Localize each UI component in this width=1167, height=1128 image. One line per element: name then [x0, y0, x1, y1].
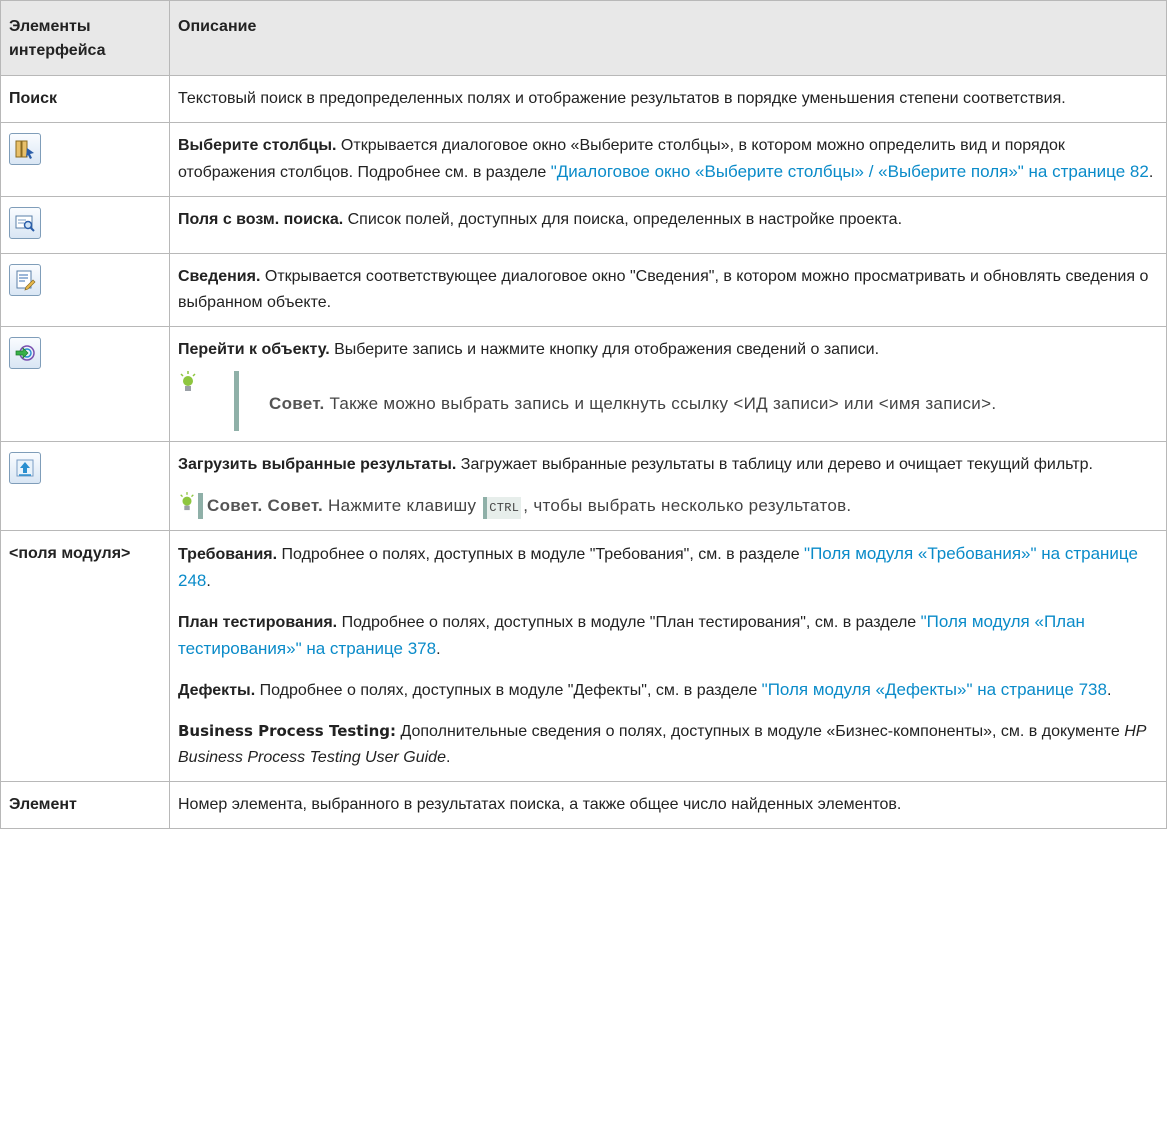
table-row-load-results: Загрузить выбранные результаты. Загружае…	[0, 441, 1167, 531]
table-row-details: Сведения. Открывается соответствующее ди…	[0, 253, 1167, 327]
row-text: Загружает выбранные результаты в таблицу…	[456, 456, 1093, 473]
row-name-element: Элемент	[0, 781, 170, 829]
requirements-paragraph: Требования. Подробнее о полях, доступных…	[178, 541, 1158, 595]
row-title: Дефекты.	[178, 682, 256, 699]
row-icon-cell	[0, 253, 170, 327]
row-title: Перейти к объекту.	[178, 341, 330, 358]
row-desc-details: Сведения. Открывается соответствующее ди…	[169, 253, 1167, 327]
row-text-end: .	[436, 641, 441, 658]
header-description: Описание	[169, 0, 1167, 76]
row-icon-cell	[0, 441, 170, 531]
row-text: Подробнее о полях, доступных в модуле "П…	[337, 614, 921, 631]
go-to-object-icon[interactable]	[9, 337, 41, 369]
tip-quote: Совет. Также можно выбрать запись и щелк…	[234, 371, 1158, 431]
link-defects-fields[interactable]: "Поля модуля «Дефекты»" на странице 738	[762, 680, 1107, 699]
row-title: Business Process Testing:	[178, 722, 397, 740]
row-icon-cell	[0, 326, 170, 442]
table-row-go-to: Перейти к объекту. Выберите запись и наж…	[0, 326, 1167, 442]
row-text: Дополнительные сведения о полях, доступн…	[396, 723, 1125, 740]
row-text-end: .	[206, 573, 211, 590]
details-icon[interactable]	[9, 264, 41, 296]
row-text: Подробнее о полях, доступных в модуле "Д…	[255, 682, 762, 699]
row-title: План тестирования.	[178, 614, 338, 631]
table-header-row: Элементы интерфейса Описание	[0, 0, 1167, 76]
ui-elements-table: Элементы интерфейса Описание Поиск Текст…	[0, 0, 1167, 829]
table-row-searchable-fields: Поля с возм. поиска. Список полей, досту…	[0, 196, 1167, 254]
select-columns-icon[interactable]	[9, 133, 41, 165]
row-name-search: Поиск	[0, 75, 170, 123]
row-desc-searchable-fields: Поля с возм. поиска. Список полей, досту…	[169, 196, 1167, 254]
row-desc-search: Текстовый поиск в предопределенных полях…	[169, 75, 1167, 123]
row-text-end: .	[1106, 682, 1112, 699]
table-row-search: Поиск Текстовый поиск в предопределенных…	[0, 75, 1167, 123]
row-title: Загрузить выбранные результаты.	[178, 456, 457, 473]
tip-note: Совет. Совет. Нажмите клавишу CTRL, чтоб…	[178, 492, 1158, 520]
row-text: Список полей, доступных для поиска, опре…	[343, 211, 903, 228]
tip-text: Нажмите клавишу	[323, 496, 482, 515]
row-title: Поля с возм. поиска.	[178, 211, 344, 228]
header-ui-elements: Элементы интерфейса	[0, 0, 170, 76]
row-desc-select-columns: Выберите столбцы. Открывается диалоговое…	[169, 122, 1167, 197]
lightbulb-icon	[178, 371, 198, 402]
ctrl-key: CTRL	[483, 497, 522, 519]
tip-bar	[198, 493, 203, 519]
row-text: Подробнее о полях, доступных в модуле "Т…	[277, 546, 805, 563]
tip-label: Совет.	[207, 496, 263, 515]
row-desc-go-to: Перейти к объекту. Выберите запись и наж…	[169, 326, 1167, 442]
row-desc-module-fields: Требования. Подробнее о полях, доступных…	[169, 530, 1167, 782]
tip-text: Также можно выбрать запись и щелкнуть сс…	[324, 394, 997, 413]
lightbulb-icon	[178, 492, 196, 520]
row-name-module-fields: <поля модуля>	[0, 530, 170, 782]
row-desc-element: Номер элемента, выбранного в результатах…	[169, 781, 1167, 829]
row-text-end: .	[1148, 164, 1154, 181]
row-text: Выберите запись и нажмите кнопку для ото…	[329, 341, 880, 358]
load-selected-results-icon[interactable]	[9, 452, 41, 484]
link-select-columns-dialog[interactable]: "Диалоговое окно «Выберите столбцы» / «В…	[551, 162, 1149, 181]
tip-note: Совет. Также можно выбрать запись и щелк…	[178, 371, 1158, 431]
row-icon-cell	[0, 196, 170, 254]
tip-label: Совет.	[269, 394, 325, 413]
row-text-end: .	[445, 749, 451, 766]
tip-text-end: , чтобы выбрать несколько результатов.	[523, 496, 852, 515]
searchable-fields-icon[interactable]	[9, 207, 41, 239]
row-title: Требования.	[178, 546, 278, 563]
bpt-paragraph: Business Process Testing: Дополнительные…	[178, 718, 1158, 771]
test-plan-paragraph: План тестирования. Подробнее о полях, до…	[178, 609, 1158, 663]
table-row-select-columns: Выберите столбцы. Открывается диалоговое…	[0, 122, 1167, 197]
row-icon-cell	[0, 122, 170, 197]
table-row-module-fields: <поля модуля> Требования. Подробнее о по…	[0, 530, 1167, 782]
row-desc-load-results: Загрузить выбранные результаты. Загружае…	[169, 441, 1167, 531]
defects-paragraph: Дефекты. Подробнее о полях, доступных в …	[178, 677, 1158, 704]
row-title: Выберите столбцы.	[178, 137, 337, 154]
table-row-element: Элемент Номер элемента, выбранного в рез…	[0, 781, 1167, 829]
row-text: Открывается соответствующее диалоговое о…	[178, 268, 1149, 311]
tip-label-2: Совет.	[267, 496, 323, 515]
row-title: Сведения.	[178, 268, 261, 285]
